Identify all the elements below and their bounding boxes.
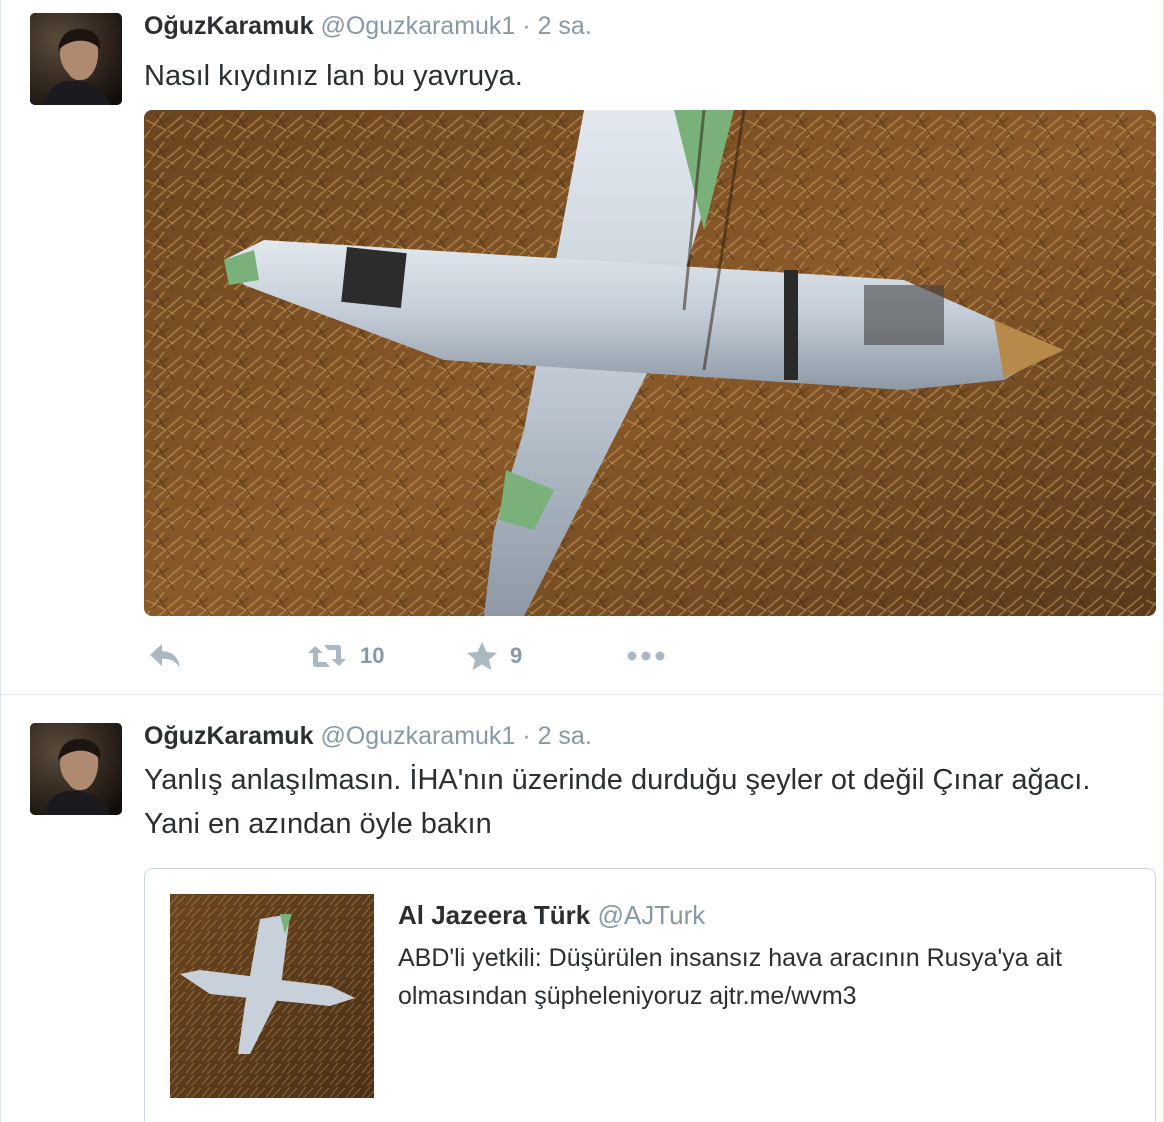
fullname[interactable]: OğuzKaramuk: [144, 12, 313, 40]
fullname[interactable]: OğuzKaramuk: [144, 722, 313, 750]
quoted-fullname[interactable]: Al Jazeera Türk: [398, 900, 590, 930]
avatar[interactable]: [30, 13, 122, 105]
retweet-button[interactable]: 10: [306, 636, 384, 676]
tweet-text: Yanlış anlaşılmasın. İHA'nın üzerinde du…: [144, 764, 1091, 840]
tweet[interactable]: OğuzKaramuk @Oguzkaramuk1 · 2 sa. Nasıl …: [1, 0, 1164, 695]
separator: ·: [522, 12, 531, 40]
timestamp[interactable]: 2 sa.: [538, 12, 592, 40]
avatar[interactable]: [30, 723, 122, 815]
retweet-count: 10: [360, 643, 385, 668]
tweet-text: Nasıl kıydınız lan bu yavruya.: [144, 60, 523, 92]
quoted-tweet[interactable]: Al Jazeera Türk @AJTurk ABD'li yetkili: …: [144, 868, 1156, 1122]
tweet-header: OğuzKaramuk @Oguzkaramuk1 · 2 sa.: [144, 10, 592, 42]
username[interactable]: @Oguzkaramuk1: [320, 722, 515, 750]
quoted-tweet-text: ABD'li yetkili: Düşürülen insansız hava …: [398, 944, 1063, 1010]
star-icon: [466, 641, 498, 671]
timeline: OğuzKaramuk @Oguzkaramuk1 · 2 sa. Nasıl …: [0, 0, 1164, 1122]
quoted-tweet-photo: [170, 894, 374, 1098]
quoted-tweet-header: Al Jazeera Türk @AJTurk: [398, 898, 705, 932]
tweet-actions: 10 9: [144, 636, 744, 676]
tweet-photo[interactable]: [144, 110, 1156, 616]
more-button[interactable]: [626, 636, 666, 676]
username[interactable]: @Oguzkaramuk1: [320, 12, 515, 40]
more-icon: [626, 650, 666, 662]
reply-icon: [148, 642, 182, 670]
reply-button[interactable]: [148, 636, 182, 676]
retweet-icon: [306, 642, 348, 670]
separator: ·: [522, 722, 531, 750]
tweet[interactable]: OğuzKaramuk @Oguzkaramuk1 · 2 sa. Yanlış…: [1, 696, 1164, 1122]
favorite-button[interactable]: 9: [466, 636, 522, 676]
tweet-header: OğuzKaramuk @Oguzkaramuk1 · 2 sa.: [144, 720, 592, 752]
timestamp[interactable]: 2 sa.: [538, 722, 592, 750]
favorite-count: 9: [510, 643, 523, 668]
quoted-username[interactable]: @AJTurk: [597, 900, 705, 930]
